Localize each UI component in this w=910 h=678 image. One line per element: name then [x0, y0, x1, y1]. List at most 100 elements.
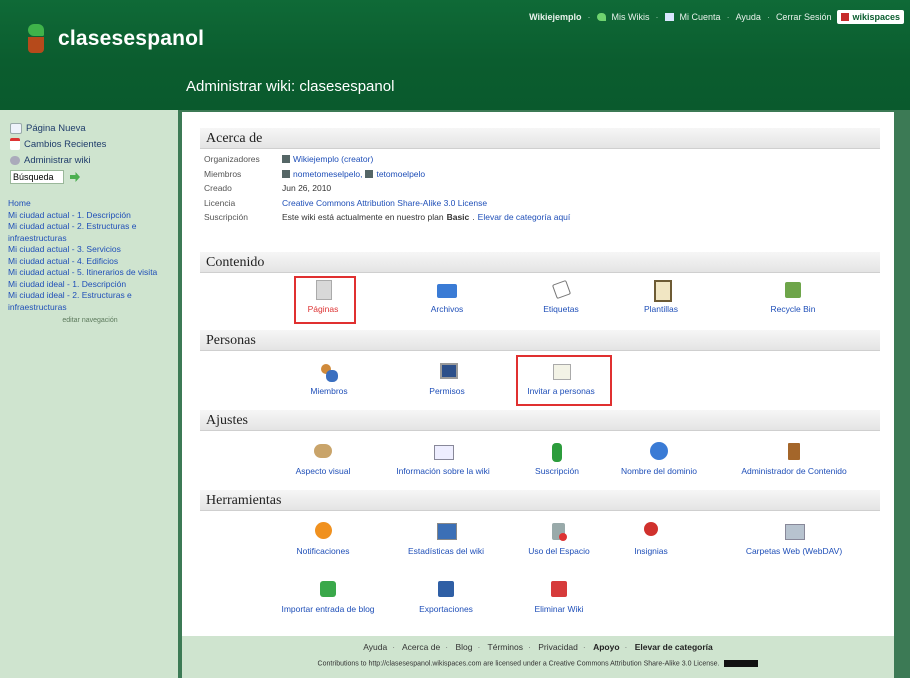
section-tools-heading: Herramientas: [200, 490, 880, 511]
nav-item[interactable]: Mi ciudad actual - 4. Edificios: [8, 256, 172, 268]
subscription-icon: [546, 442, 568, 462]
recycle-bin-icon: [782, 280, 804, 300]
import-blog-tile[interactable]: Importar entrada de blog: [258, 580, 398, 614]
notifications-tile[interactable]: Notificaciones: [268, 522, 378, 556]
section-people-heading: Personas: [200, 330, 880, 351]
badges-tile[interactable]: Insignias: [596, 522, 706, 556]
manage-wiki-link[interactable]: Administrar wiki: [10, 152, 106, 168]
info-card-icon: [432, 442, 454, 462]
member-link[interactable]: nometomeselpelo,: [293, 169, 362, 179]
nav-item[interactable]: Home: [8, 198, 172, 210]
manage-wiki-label: Administrar wiki: [24, 154, 91, 166]
topnav-user[interactable]: Wikiejemplo: [529, 12, 581, 22]
floppy-disk-icon: [435, 580, 457, 600]
members-label: Miembros: [204, 168, 242, 179]
section-about-heading: Acerca de: [200, 128, 880, 149]
nav-item[interactable]: Mi ciudad actual - 5. Itinerarios de vis…: [8, 267, 172, 279]
tags-label: Etiquetas: [543, 304, 579, 314]
license-link[interactable]: Creative Commons Attribution Share-Alike…: [282, 198, 487, 208]
new-page-label: Página Nueva: [26, 122, 86, 134]
sidebar-actions: Página Nueva Cambios Recientes Administr…: [10, 120, 106, 184]
palette-icon: [312, 442, 334, 462]
organizers-label: Organizadores: [204, 154, 260, 165]
account-card-icon: [664, 13, 674, 21]
wiki-info-label: Información sobre la wiki: [396, 466, 490, 476]
new-page-icon: [10, 122, 22, 134]
page-title: Administrar wiki: clasesespanol: [186, 78, 395, 95]
tags-tile[interactable]: Etiquetas: [506, 279, 616, 314]
members-tile[interactable]: Miembros: [274, 362, 384, 396]
footer-help-link[interactable]: Ayuda: [363, 642, 387, 652]
footer: Ayuda · Acerca de · Blog · Términos · Privac…: [182, 636, 894, 678]
wikispaces-badge-label: wikispaces: [852, 12, 900, 22]
about-table: Organizadores Wikiejemplo (creator) Miem…: [204, 154, 571, 223]
user-icon: [282, 169, 290, 178]
invite-highlight-box: [516, 355, 612, 406]
footer-links: Ayuda · Acerca de · Blog · Términos · Privac…: [363, 642, 713, 652]
delete-wiki-tile[interactable]: Eliminar Wiki: [504, 580, 614, 614]
disk-usage-icon: [548, 522, 570, 542]
subscription-tile[interactable]: Suscripción: [502, 442, 612, 476]
user-icon: [282, 155, 290, 164]
permissions-tile[interactable]: Permisos: [392, 362, 502, 396]
section-content-heading: Contenido: [200, 252, 880, 273]
organizer-link[interactable]: Wikiejemplo (creator): [293, 154, 373, 164]
search-go-arrow-icon[interactable]: [70, 172, 80, 182]
webdav-folders-tile[interactable]: Carpetas Web (WebDAV): [726, 522, 862, 556]
delete-wiki-label: Eliminar Wiki: [534, 604, 584, 614]
subscription-label: Suscripción: [204, 212, 248, 223]
nav-item[interactable]: Mi ciudad actual - 1. Descripción: [8, 210, 172, 222]
subscription-plan: Basic: [446, 212, 470, 223]
creative-commons-badge-icon[interactable]: [724, 660, 759, 667]
notifications-label: Notificaciones: [296, 546, 350, 556]
wiki-info-tile[interactable]: Información sobre la wiki: [378, 442, 508, 476]
wikispaces-logo-icon: [841, 13, 850, 21]
templates-tile[interactable]: Plantillas: [606, 280, 716, 314]
footer-license-text: Contributions to http://clasesespanol.wi…: [317, 660, 720, 668]
topnav-my-wikis[interactable]: Mis Wikis: [612, 12, 650, 22]
recycle-bin-tile[interactable]: Recycle Bin: [738, 280, 848, 314]
footer-support-link[interactable]: Apoyo: [593, 642, 619, 652]
nav-item[interactable]: Mi ciudad ideal - 1. Descripción: [8, 279, 172, 291]
look-and-feel-tile[interactable]: Aspecto visual: [268, 442, 378, 476]
topnav-help[interactable]: Ayuda: [736, 12, 761, 22]
footer-about-link[interactable]: Acerca de: [402, 642, 440, 652]
section-settings-heading: Ajustes: [200, 410, 880, 431]
upgrade-link[interactable]: Elevar de categoría aquí: [478, 212, 571, 222]
footer-blog-link[interactable]: Blog: [455, 642, 472, 652]
nav-item[interactable]: Mi ciudad ideal - 2. Estructuras e infra…: [8, 290, 172, 313]
new-page-link[interactable]: Página Nueva: [10, 120, 106, 136]
recent-changes-label: Cambios Recientes: [24, 138, 107, 150]
nav-item[interactable]: Mi ciudad actual - 3. Servicios: [8, 244, 172, 256]
search-input[interactable]: [10, 170, 64, 184]
brand-name[interactable]: clasesespanol: [58, 27, 204, 51]
created-label: Creado: [204, 183, 232, 194]
member-link[interactable]: tetomoelpelo: [376, 169, 425, 179]
nav-item[interactable]: Mi ciudad actual - 2. Estructuras e infr…: [8, 221, 172, 244]
edit-navigation-link[interactable]: editar navegación: [8, 315, 172, 327]
footer-privacy-link[interactable]: Privacidad: [538, 642, 578, 652]
clipboard-icon: [650, 280, 672, 302]
look-and-feel-label: Aspecto visual: [295, 466, 351, 476]
exports-label: Exportaciones: [419, 604, 473, 614]
brand[interactable]: clasesespanol: [22, 24, 204, 54]
wiki-stats-tile[interactable]: Estadísticas del wiki: [386, 522, 506, 556]
exports-tile[interactable]: Exportaciones: [386, 580, 506, 614]
plant-pot-logo-icon: [22, 24, 50, 54]
wikispaces-badge[interactable]: wikispaces: [837, 10, 904, 24]
stats-chart-icon: [435, 522, 457, 542]
sidebar: Página Nueva Cambios Recientes Administr…: [0, 110, 178, 678]
recent-changes-link[interactable]: Cambios Recientes: [10, 136, 106, 152]
files-tile[interactable]: Archivos: [392, 280, 502, 314]
sidebar-search: [10, 170, 106, 184]
domain-name-tile[interactable]: Nombre del dominio: [604, 442, 714, 476]
footer-license: Contributions to http://clasesespanol.wi…: [182, 660, 894, 667]
footer-terms-link[interactable]: Términos: [488, 642, 523, 652]
space-usage-label: Uso del Espacio: [528, 546, 590, 556]
wiki-stats-label: Estadísticas del wiki: [407, 546, 485, 556]
topnav-account[interactable]: Mi Cuenta: [680, 12, 721, 22]
footer-upgrade-link[interactable]: Elevar de categoría: [635, 642, 713, 652]
topnav-logout[interactable]: Cerrar Sesión: [776, 12, 832, 22]
content-manager-tile[interactable]: Administrador de Contenido: [722, 442, 866, 476]
permissions-monitor-icon: [436, 362, 458, 382]
